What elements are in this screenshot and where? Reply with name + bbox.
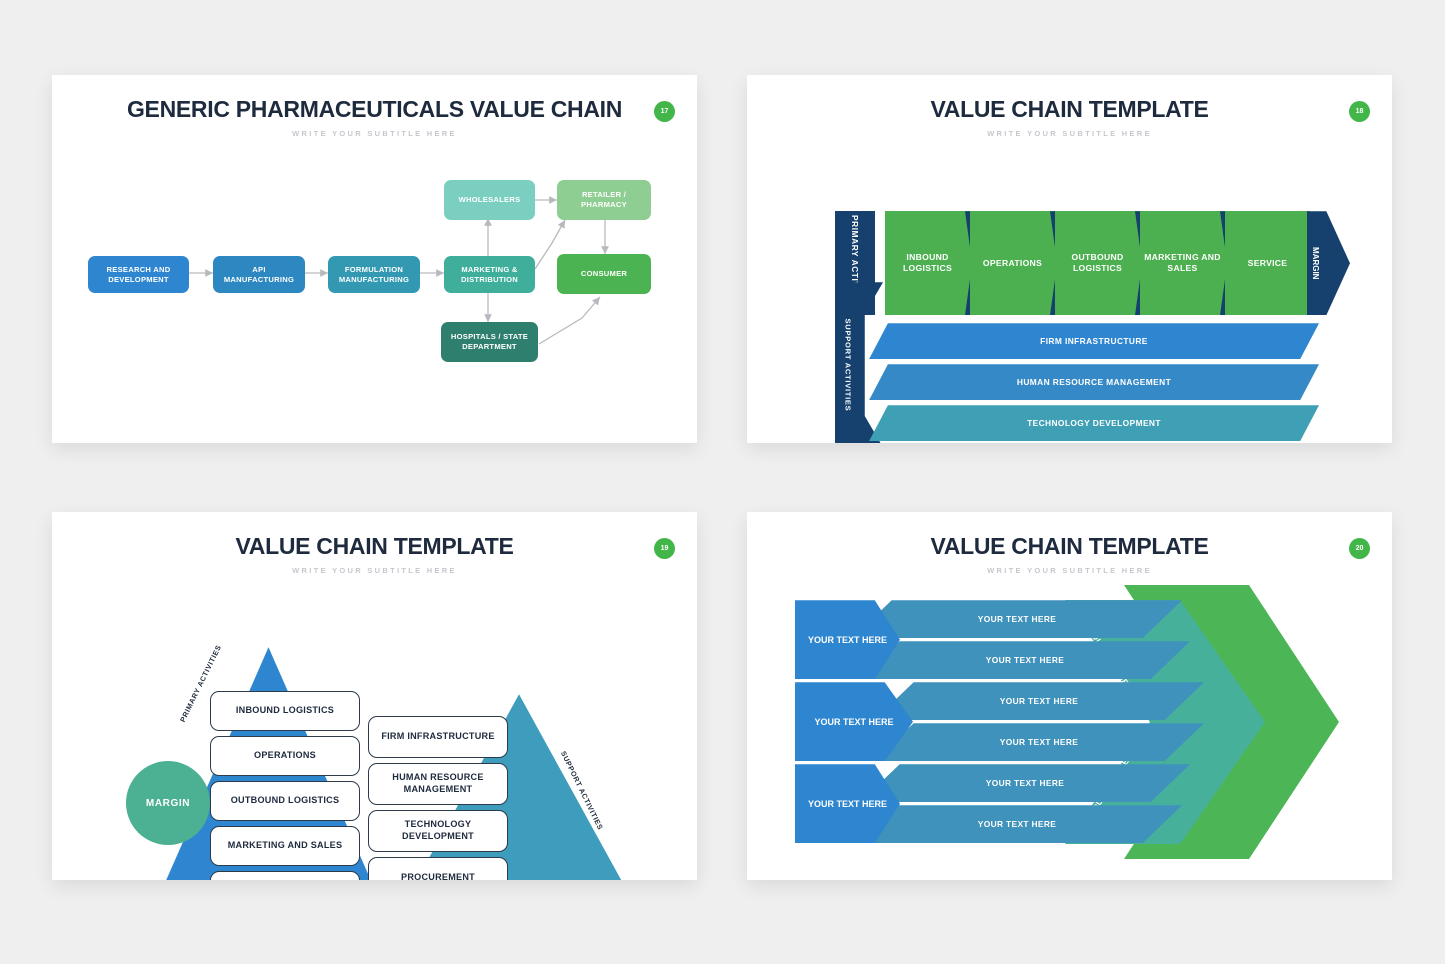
- chevron-left-label: YOUR TEXT HERE: [814, 716, 894, 727]
- primary-activity-marketing-and-sales[interactable]: MARKETING AND SALES: [210, 826, 360, 867]
- chevron-row-label: YOUR TEXT HERE: [985, 778, 1065, 789]
- slide-number-badge: 20: [1349, 538, 1370, 559]
- support-activities-sidebar: SUPPORT ACTIVITIES: [835, 282, 883, 443]
- chevron-row[interactable]: YOUR TEXT HERE: [852, 600, 1182, 639]
- chevron-row-label: YOUR TEXT HERE: [999, 696, 1079, 707]
- triangles-diagram: PRIMARY ACTIVITIES SUPPORT ACTIVITIES MA…: [52, 575, 697, 880]
- chevron-diagram: YOUR TEXT HERE YOUR TEXT HERE YOUR TEXT …: [747, 575, 1392, 865]
- flow-node-retailer-pharmacy[interactable]: RETAILER / PHARMACY: [557, 180, 651, 221]
- margin-arrow: MARGIN: [1307, 211, 1350, 316]
- primary-activity-inbound-logistics[interactable]: INBOUND LOGISTICS: [885, 211, 970, 316]
- slide-value-chain-template-porter[interactable]: VALUE CHAIN TEMPLATE WRITE YOUR SUBTITLE…: [747, 75, 1392, 443]
- chevron-left-label: YOUR TEXT HERE: [807, 798, 887, 809]
- chevron-row[interactable]: YOUR TEXT HERE: [852, 805, 1182, 844]
- slide-deck: GENERIC PHARMACEUTICALS VALUE CHAIN WRIT…: [0, 0, 1445, 964]
- page-title: VALUE CHAIN TEMPLATE: [930, 533, 1209, 559]
- primary-activity-service[interactable]: SERVICE: [210, 871, 360, 880]
- flow-node-label: API MANUFACTURING: [223, 264, 295, 284]
- porter-value-chain: PRIMARY ACTIVITIES INBOUND LOGISTICS OPE…: [747, 138, 1392, 443]
- support-activity-label: FIRM INFRASTRUCTURE: [1040, 336, 1148, 347]
- flow-node-research-and-development[interactable]: RESEARCH AND DEVELOPMENT: [88, 256, 189, 294]
- support-activity-human-resource-management[interactable]: HUMAN RESOURCE MANAGEMENT: [368, 763, 508, 806]
- pill-label: FIRM INFRASTRUCTURE: [381, 731, 495, 742]
- primary-activity-label: OPERATIONS: [982, 257, 1043, 268]
- flow-node-api-manufacturing[interactable]: API MANUFACTURING: [213, 256, 305, 294]
- flow-node-label: FORMULATION MANUFACTURING: [338, 264, 410, 284]
- pill-label: HUMAN RESOURCE MANAGEMENT: [392, 772, 484, 795]
- primary-activity-marketing-and-sales[interactable]: MARKETING AND SALES: [1140, 211, 1225, 316]
- flow-node-formulation-manufacturing[interactable]: FORMULATION MANUFACTURING: [328, 256, 420, 294]
- slide-value-chain-template-chevrons[interactable]: VALUE CHAIN TEMPLATE WRITE YOUR SUBTITLE…: [747, 512, 1392, 880]
- primary-activity-operations[interactable]: OPERATIONS: [210, 736, 360, 777]
- chevron-row-label: YOUR TEXT HERE: [985, 655, 1065, 666]
- primary-activity-outbound-logistics[interactable]: OUTBOUND LOGISTICS: [210, 781, 360, 822]
- flow-node-wholesalers[interactable]: WHOLESALERS: [444, 180, 535, 221]
- pill-label: OPERATIONS: [254, 750, 316, 761]
- page-subtitle: WRITE YOUR SUBTITLE HERE: [987, 566, 1152, 576]
- slide-number-badge: 17: [654, 101, 675, 122]
- chevron-left-label: YOUR TEXT HERE: [807, 634, 887, 645]
- page-title: VALUE CHAIN TEMPLATE: [930, 96, 1209, 122]
- slide-number-badge: 19: [654, 538, 675, 559]
- support-activity-human-resource-management[interactable]: HUMAN RESOURCE MANAGEMENT: [869, 364, 1319, 401]
- flow-node-label: WHOLESALERS: [458, 195, 521, 205]
- primary-activity-inbound-logistics[interactable]: INBOUND LOGISTICS: [210, 691, 360, 732]
- chevron-row-label: YOUR TEXT HERE: [977, 819, 1057, 830]
- pill-label: INBOUND LOGISTICS: [235, 705, 335, 716]
- chevron-row[interactable]: YOUR TEXT HERE: [874, 682, 1204, 721]
- flow-node-label: CONSUMER: [580, 269, 628, 279]
- page-subtitle: WRITE YOUR SUBTITLE HERE: [987, 129, 1152, 139]
- pill-label: MARKETING AND SALES: [227, 840, 343, 851]
- flow-node-label: RESEARCH AND DEVELOPMENT: [106, 264, 171, 284]
- primary-activity-outbound-logistics[interactable]: OUTBOUND LOGISTICS: [1055, 211, 1140, 316]
- primary-activity-label: SERVICE: [1247, 257, 1288, 268]
- chevron-row-label: YOUR TEXT HERE: [999, 737, 1079, 748]
- flow-node-hospitals-state-department[interactable]: HOSPITALS / STATE DEPARTMENT: [441, 322, 538, 363]
- pill-label: OUTBOUND LOGISTICS: [230, 795, 340, 806]
- support-activity-technology-development[interactable]: TECHNOLOGY DEVELOPMENT: [869, 405, 1319, 442]
- margin-label: MARGIN: [1310, 247, 1320, 280]
- margin-label: MARGIN: [145, 797, 191, 809]
- support-activity-firm-infrastructure[interactable]: FIRM INFRASTRUCTURE: [368, 716, 508, 759]
- support-activity-procurement[interactable]: PROCUREMENT: [368, 857, 508, 880]
- primary-activity-service[interactable]: SERVICE: [1225, 211, 1310, 316]
- primary-activity-label: INBOUND LOGISTICS: [902, 251, 952, 274]
- flow-node-label: HOSPITALS / STATE DEPARTMENT: [450, 332, 529, 352]
- flow-node-label: RETAILER / PHARMACY: [581, 190, 627, 210]
- flow-node-consumer[interactable]: CONSUMER: [557, 254, 651, 295]
- margin-circle[interactable]: MARGIN: [126, 761, 210, 846]
- pill-label: TECHNOLOGY DEVELOPMENT: [402, 819, 474, 842]
- chevron-row[interactable]: YOUR TEXT HERE: [860, 641, 1190, 680]
- page-title: GENERIC PHARMACEUTICALS VALUE CHAIN: [126, 96, 623, 122]
- slide-number-badge: 18: [1349, 101, 1370, 122]
- primary-activity-label: MARKETING AND SALES: [1144, 251, 1221, 274]
- page-subtitle: WRITE YOUR SUBTITLE HERE: [292, 129, 457, 139]
- chevron-row-label: YOUR TEXT HERE: [977, 614, 1057, 625]
- primary-activity-label: OUTBOUND LOGISTICS: [1071, 251, 1124, 274]
- chevron-row[interactable]: YOUR TEXT HERE: [874, 723, 1204, 762]
- primary-activity-operations[interactable]: OPERATIONS: [970, 211, 1055, 316]
- support-activity-firm-infrastructure[interactable]: FIRM INFRASTRUCTURE: [869, 323, 1319, 360]
- page-title: VALUE CHAIN TEMPLATE: [235, 533, 514, 559]
- support-activities-label: SUPPORT ACTIVITIES: [843, 318, 853, 412]
- support-activity-label: TECHNOLOGY DEVELOPMENT: [1027, 418, 1161, 429]
- slide-generic-pharmaceuticals-value-chain[interactable]: GENERIC PHARMACEUTICALS VALUE CHAIN WRIT…: [52, 75, 697, 443]
- flow-node-marketing-and-distribution[interactable]: MARKETING & DISTRIBUTION: [444, 256, 535, 294]
- flow-node-label: MARKETING & DISTRIBUTION: [461, 264, 518, 284]
- flow-diagram: RESEARCH AND DEVELOPMENT API MANUFACTURI…: [52, 138, 697, 408]
- support-activity-technology-development[interactable]: TECHNOLOGY DEVELOPMENT: [368, 810, 508, 853]
- support-activity-label: HUMAN RESOURCE MANAGEMENT: [1016, 377, 1172, 388]
- slide-value-chain-template-triangles[interactable]: VALUE CHAIN TEMPLATE WRITE YOUR SUBTITLE…: [52, 512, 697, 880]
- pill-label: PROCUREMENT: [401, 872, 475, 880]
- page-subtitle: WRITE YOUR SUBTITLE HERE: [292, 566, 457, 576]
- chevron-row[interactable]: YOUR TEXT HERE: [860, 764, 1190, 803]
